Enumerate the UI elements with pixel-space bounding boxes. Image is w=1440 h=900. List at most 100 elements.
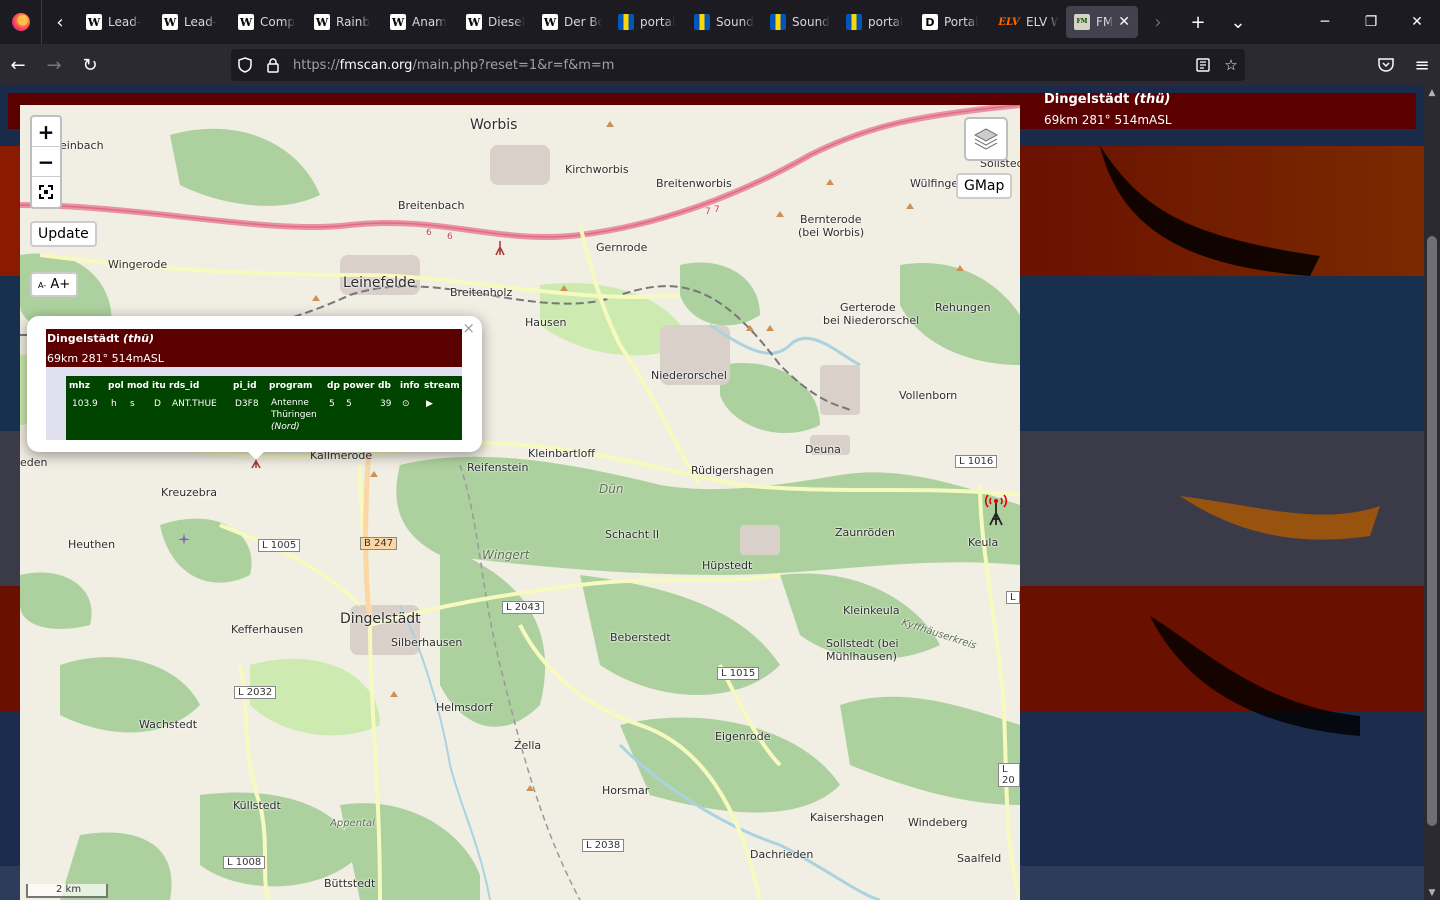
motorway-number: 6: [426, 228, 432, 238]
airfield-icon: [178, 533, 190, 545]
page-content: Dingelstädt (thü) 69km 281° 514mASL Worb…: [0, 86, 1424, 900]
navigation-bar: ← → ↻ https://fmscan.org/main.php?reset=…: [0, 44, 1440, 86]
lock-icon[interactable]: [259, 57, 287, 73]
place-label: (bei Worbis): [798, 226, 865, 239]
restore-icon[interactable]: ❐: [1348, 0, 1394, 44]
browser-tab[interactable]: Sound: [762, 6, 838, 38]
place-label: Kleinbartloff: [528, 447, 595, 460]
browser-tab[interactable]: W Diesel: [458, 6, 534, 38]
browser-tab[interactable]: FM FM ✕: [1066, 6, 1138, 38]
cell-mod: s: [130, 399, 135, 409]
browser-tab[interactable]: ELV ELV W: [990, 6, 1066, 38]
app-menu-icon[interactable]: ≡: [1404, 44, 1440, 86]
map[interactable]: Worbis einbach Kirchworbis Breitenworbis…: [20, 105, 1020, 900]
place-label: Küllstedt: [233, 799, 281, 812]
browser-tab[interactable]: W Lead-: [78, 6, 154, 38]
place-label: Leinefelde: [343, 275, 416, 291]
tabs-scroll-right-icon[interactable]: ›: [1138, 0, 1178, 44]
tab-favicon-icon: [694, 14, 710, 30]
forward-icon[interactable]: →: [36, 44, 72, 86]
reader-view-icon[interactable]: [1189, 56, 1217, 74]
back-icon[interactable]: ←: [0, 44, 36, 86]
popup-title: Dingelstädt (thü): [47, 332, 155, 345]
place-label: Rüdigershagen: [691, 464, 774, 477]
update-button[interactable]: Update: [30, 221, 97, 247]
url-text[interactable]: https://fmscan.org/main.php?reset=1&r=f&…: [293, 58, 614, 73]
stream-play-icon[interactable]: ▶: [426, 399, 433, 409]
new-tab-icon[interactable]: +: [1178, 0, 1218, 44]
zoom-out-button[interactable]: −: [32, 147, 60, 177]
tracking-protection-shield-icon[interactable]: [231, 57, 259, 73]
url-bar[interactable]: https://fmscan.org/main.php?reset=1&r=f&…: [231, 49, 1245, 81]
frequency-table: mhz pol mod itu rds_id pi_id program dp …: [66, 376, 462, 440]
cell-pi-id: D3F8: [235, 399, 259, 409]
place-label: Heuthen: [68, 538, 116, 551]
place-label: Silberhausen: [391, 636, 463, 649]
place-label: Horsmar: [602, 784, 650, 797]
place-label: Hüpstedt: [702, 559, 753, 572]
pocket-icon[interactable]: [1368, 44, 1404, 86]
tab-favicon-icon: [618, 14, 634, 30]
cell-db: 39: [380, 399, 392, 409]
place-label: Saalfeld: [957, 852, 1002, 865]
scroll-down-icon[interactable]: ▼: [1424, 888, 1440, 898]
motorway-number: 7: [705, 207, 711, 217]
place-label: Windeberg: [908, 816, 968, 829]
browser-tab[interactable]: W Der Bo: [534, 6, 610, 38]
scroll-up-icon[interactable]: ▲: [1424, 88, 1440, 98]
browser-tab[interactable]: D Portal: [914, 6, 990, 38]
road-label: L 1015: [717, 667, 760, 680]
minimize-icon[interactable]: ─: [1302, 0, 1348, 44]
place-label: Kleinkeula: [843, 604, 900, 617]
font-smaller-button[interactable]: A-: [38, 281, 46, 290]
page-scrollbar[interactable]: ▲ ▼: [1424, 86, 1440, 900]
font-larger-button[interactable]: A+: [50, 277, 70, 292]
place-label: Gernrode: [596, 241, 648, 254]
tab-favicon-icon: W: [390, 14, 406, 30]
station-title: Dingelstädt (thü): [1044, 92, 1171, 107]
window-close-icon[interactable]: ✕: [1394, 0, 1440, 44]
place-label: Beberstedt: [610, 631, 671, 644]
background-swoosh: [1100, 146, 1380, 736]
col-header: mod: [127, 381, 150, 391]
place-label: Wachstedt: [139, 718, 198, 731]
tab-favicon-icon: W: [86, 14, 102, 30]
tab-favicon-icon: FM: [1074, 14, 1090, 30]
browser-tab[interactable]: portal: [610, 6, 686, 38]
browser-tab[interactable]: W Comp: [230, 6, 306, 38]
road-label: L 1016: [955, 455, 998, 468]
tabs-scroll-left-icon[interactable]: ‹: [42, 0, 78, 44]
area-label: Appental: [330, 818, 375, 829]
tab-favicon-icon: D: [922, 14, 938, 30]
firefox-menu-icon[interactable]: [0, 0, 42, 44]
list-all-tabs-icon[interactable]: ⌄: [1218, 0, 1258, 44]
gmap-button[interactable]: GMap: [956, 173, 1013, 199]
browser-tab[interactable]: portal: [838, 6, 914, 38]
url-host: fmscan.org: [339, 57, 413, 73]
fullscreen-icon[interactable]: [32, 177, 60, 207]
layers-control[interactable]: [964, 117, 1008, 161]
popup-close-button[interactable]: ×: [462, 319, 475, 337]
browser-tab[interactable]: W Anam: [382, 6, 458, 38]
transmitter-icon[interactable]: [982, 489, 1010, 529]
place-label: einbach: [60, 139, 104, 152]
tab-label: Rainb: [336, 15, 370, 29]
zoom-in-button[interactable]: +: [32, 117, 60, 147]
browser-tab[interactable]: Sound: [686, 6, 762, 38]
place-label: Breitenworbis: [656, 177, 732, 190]
bookmark-star-icon[interactable]: ☆: [1217, 56, 1245, 74]
tab-label: Lead-: [184, 15, 218, 29]
tab-close-icon[interactable]: ✕: [1118, 14, 1130, 30]
reload-icon[interactable]: ↻: [72, 44, 108, 86]
tab-label: portal: [640, 15, 676, 29]
col-header: mhz: [69, 381, 91, 391]
place-label: Helmsdorf: [436, 701, 493, 714]
place-label: Deuna: [805, 443, 841, 456]
scrollbar-thumb[interactable]: [1427, 236, 1437, 826]
browser-tab[interactable]: W Rainb: [306, 6, 382, 38]
font-size-control: A- A+: [30, 272, 79, 297]
info-icon[interactable]: ⊙: [402, 399, 410, 409]
small-transmitter-icon[interactable]: [494, 239, 506, 257]
tab-favicon-icon: W: [314, 14, 330, 30]
browser-tab[interactable]: W Lead-: [154, 6, 230, 38]
